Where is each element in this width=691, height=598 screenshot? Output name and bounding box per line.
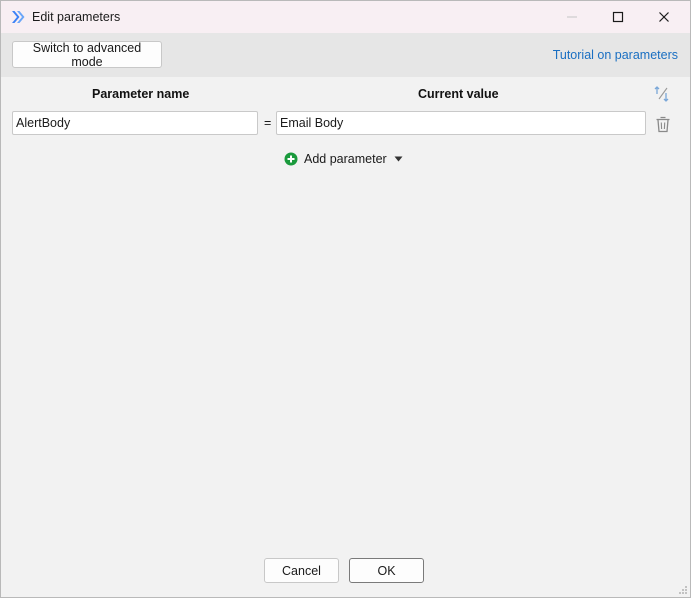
parameter-name-input[interactable]: AlertBody <box>12 111 258 135</box>
title-bar[interactable]: Edit parameters <box>1 1 690 33</box>
parameter-value-input[interactable]: Email Body <box>276 111 646 135</box>
app-chevrons-icon <box>12 11 25 23</box>
minimize-icon <box>567 16 577 18</box>
toolbar: Switch to advanced mode Tutorial on para… <box>1 33 690 77</box>
chevron-down-icon <box>394 156 403 162</box>
maximize-button[interactable] <box>595 1 641 33</box>
current-value-header: Current value <box>418 87 499 101</box>
switch-advanced-mode-button[interactable]: Switch to advanced mode <box>12 41 162 69</box>
close-button[interactable] <box>641 1 687 33</box>
window-title: Edit parameters <box>32 10 121 24</box>
trash-icon[interactable] <box>655 115 671 133</box>
add-parameter-button[interactable]: Add parameter <box>284 151 403 167</box>
plus-circle-icon <box>284 152 298 166</box>
equals-sign: = <box>264 116 272 130</box>
cancel-button[interactable]: Cancel <box>264 558 339 583</box>
edit-parameters-dialog: Edit parameters Switch to advanced mode … <box>0 0 691 598</box>
close-icon <box>659 12 669 22</box>
add-parameter-label: Add parameter <box>304 152 387 166</box>
maximize-icon <box>612 11 624 23</box>
ok-button[interactable]: OK <box>349 558 424 583</box>
tutorial-link[interactable]: Tutorial on parameters <box>553 48 678 62</box>
parameter-name-header: Parameter name <box>92 87 190 101</box>
minimize-button[interactable] <box>549 1 595 33</box>
resize-grip-icon[interactable] <box>678 585 688 595</box>
sort-icon[interactable] <box>653 85 671 103</box>
